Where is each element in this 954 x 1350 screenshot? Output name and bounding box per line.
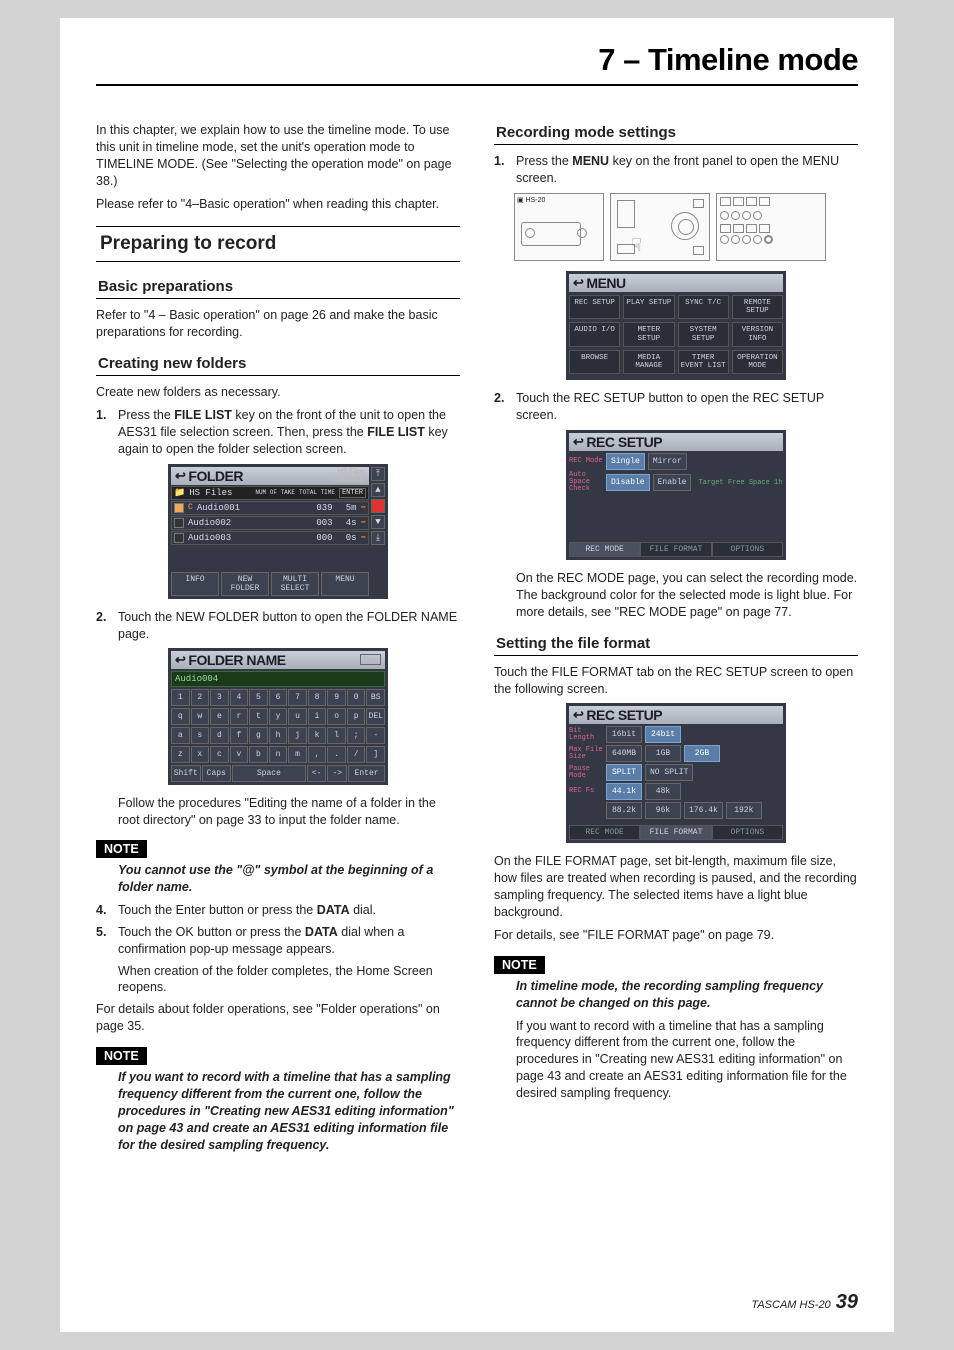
basic-prep-text: Refer to "4 – Basic operation" on page 2…	[96, 307, 460, 341]
left-column: In this chapter, we explain how to use t…	[96, 122, 460, 1159]
file-format-after-2: For details, see "FILE FORMAT page" on p…	[494, 927, 858, 944]
heading-preparing-to-record: Preparing to record	[96, 226, 460, 262]
hardware-diagram: ▣ HS-20 ☟	[514, 193, 858, 261]
jog-dial-icon	[671, 212, 699, 240]
note-text-2: If you want to record with a timeline th…	[118, 1069, 460, 1153]
file-format-screen: ↩REC SETUP Bit Length16bit24bitMax File …	[566, 703, 786, 843]
step-2: 2.Touch the NEW FOLDER button to open th…	[96, 609, 460, 643]
scroll-down-icon: ▼	[371, 515, 385, 529]
back-icon: ↩	[573, 707, 583, 723]
heading-recording-mode-settings: Recording mode settings	[494, 122, 858, 145]
menu-screen: ↩MENU REC SETUPPLAY SETUPSYNC T/CREMOTE …	[566, 271, 786, 381]
step-4: 4. Touch the Enter button or press the D…	[96, 902, 460, 919]
step-5-after: When creation of the folder completes, t…	[118, 963, 460, 997]
right-column: Recording mode settings 1. Press the MEN…	[494, 122, 858, 1159]
back-icon: ↩	[573, 434, 583, 450]
intro-paragraph-2: Please refer to "4–Basic operation" when…	[96, 196, 460, 213]
note-text-3b: If you want to record with a timeline th…	[516, 1018, 858, 1102]
note-label: NOTE	[96, 840, 147, 858]
file-format-intro: Touch the FILE FORMAT tab on the REC SET…	[494, 664, 858, 698]
rec-step-1: 1. Press the MENU key on the front panel…	[494, 153, 858, 187]
create-folders-text: Create new folders as necessary.	[96, 384, 460, 401]
scroll-top-icon: ⤒	[371, 467, 385, 481]
heading-setting-file-format: Setting the file format	[494, 633, 858, 656]
step-1: 1. Press the FILE LIST key on the front …	[96, 407, 460, 458]
scroll-indicator	[371, 499, 385, 513]
folder-name-screen: ↩FOLDER NAME Date Audio004 1234567890BSq…	[168, 648, 388, 785]
note-label: NOTE	[494, 956, 545, 974]
note-text-1: You cannot use the "@" symbol at the beg…	[118, 862, 460, 896]
file-format-after-1: On the FILE FORMAT page, set bit-length,…	[494, 853, 858, 921]
chapter-title: 7 – Timeline mode	[96, 42, 858, 86]
back-icon: ↩	[175, 468, 185, 484]
after-keyboard-text: Follow the procedures "Editing the name …	[118, 795, 460, 829]
finger-icon: ☟	[631, 235, 642, 256]
step-5: 5. Touch the OK button or press the DATA…	[96, 924, 460, 958]
heading-creating-new-folders: Creating new folders	[96, 353, 460, 376]
rec-step-2: 2.Touch the REC SETUP button to open the…	[494, 390, 858, 424]
note-label: NOTE	[96, 1047, 147, 1065]
note-text-3a: In timeline mode, the recording sampling…	[516, 978, 858, 1012]
rec-after-text: On the REC MODE page, you can select the…	[516, 570, 858, 621]
intro-paragraph-1: In this chapter, we explain how to use t…	[96, 122, 460, 190]
rec-setup-screen: ↩REC SETUP REC ModeSingleMirrorAuto Spac…	[566, 430, 786, 560]
folder-screen: ↩FOLDER HS Files Audio001 📁HS Files NUM …	[168, 464, 388, 599]
heading-basic-preparations: Basic preparations	[96, 276, 460, 299]
scroll-bottom-icon: ⤓	[371, 531, 385, 545]
page-footer: TASCAM HS-20 39	[751, 1291, 858, 1314]
scroll-up-icon: ▲	[371, 483, 385, 497]
back-icon: ↩	[175, 652, 185, 668]
back-icon: ↩	[573, 275, 583, 291]
after-steps-text: For details about folder operations, see…	[96, 1001, 460, 1035]
